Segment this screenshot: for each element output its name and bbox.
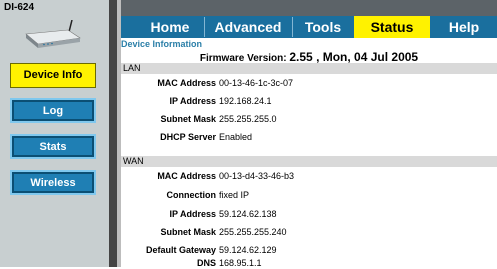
tab-tools[interactable]: Tools xyxy=(293,16,353,38)
row-value: 192.168.24.1 xyxy=(219,96,272,106)
sidebar-stats-button[interactable]: Stats xyxy=(10,134,96,159)
row-label: DNS xyxy=(196,258,216,268)
wan-ip-row: IP Address 59.124.62.138 xyxy=(121,208,497,220)
row-label: DHCP Server xyxy=(160,132,216,142)
model-label: DI-624 xyxy=(4,2,35,13)
tab-status[interactable]: Status xyxy=(354,16,430,38)
wan-subnet-row: Subnet Mask 255.255.255.240 xyxy=(121,226,497,238)
row-label: IP Address xyxy=(169,209,216,219)
wan-dns-row: DNS 168.95.1.1 xyxy=(121,257,497,269)
row-label: IP Address xyxy=(169,96,216,106)
sidebar-log-button[interactable]: Log xyxy=(10,98,96,123)
sidebar-wireless-button[interactable]: Wireless xyxy=(10,170,96,195)
row-label: MAC Address xyxy=(157,171,216,181)
left-sidebar: DI-624 Device Info Log Stats Wireless xyxy=(0,0,109,267)
row-value: 00-13-d4-33-46-b3 xyxy=(219,171,295,181)
tab-home[interactable]: Home xyxy=(137,16,203,38)
tab-advanced[interactable]: Advanced xyxy=(205,16,291,38)
row-value: 255.255.255.0 xyxy=(219,114,277,124)
firmware-value: 2.55 , Mon, 04 Jul 2005 xyxy=(289,50,419,64)
wan-section-header: WAN xyxy=(121,156,497,167)
lan-dhcp-row: DHCP Server Enabled xyxy=(121,131,497,143)
lan-section-header: LAN xyxy=(121,63,497,74)
lan-mac-row: MAC Address 00-13-46-1c-3c-07 xyxy=(121,77,497,89)
row-label: Subnet Mask xyxy=(160,114,216,124)
status-content: Device Information Firmware Version: 2.5… xyxy=(121,38,497,269)
lan-ip-row: IP Address 192.168.24.1 xyxy=(121,95,497,107)
row-label: Connection xyxy=(166,190,217,200)
row-value: 59.124.62.129 xyxy=(219,245,277,255)
wan-mac-row: MAC Address 00-13-d4-33-46-b3 xyxy=(121,170,497,182)
divider-bar xyxy=(109,0,117,267)
wan-gateway-row: Default Gateway 59.124.62.129 xyxy=(121,244,497,256)
device-information-title: Device Information xyxy=(121,39,203,49)
sidebar-device-info-button[interactable]: Device Info xyxy=(10,63,96,88)
row-label: Subnet Mask xyxy=(160,227,216,237)
row-label: Default Gateway xyxy=(145,245,216,255)
row-value: 59.124.62.138 xyxy=(219,209,277,219)
row-value: Enabled xyxy=(219,132,253,142)
row-value: fixed IP xyxy=(219,190,250,200)
lan-subnet-row: Subnet Mask 255.255.255.0 xyxy=(121,113,497,125)
row-label: MAC Address xyxy=(157,78,216,88)
wan-connection-row: Connection fixed IP xyxy=(121,189,497,201)
row-value: 168.95.1.1 xyxy=(219,258,262,268)
tab-help[interactable]: Help xyxy=(431,16,497,38)
router-icon xyxy=(25,20,81,48)
row-value: 00-13-46-1c-3c-07 xyxy=(219,78,294,88)
row-value: 255.255.255.240 xyxy=(219,227,287,237)
firmware-version-line: Firmware Version: 2.55 , Mon, 04 Jul 200… xyxy=(121,50,497,64)
